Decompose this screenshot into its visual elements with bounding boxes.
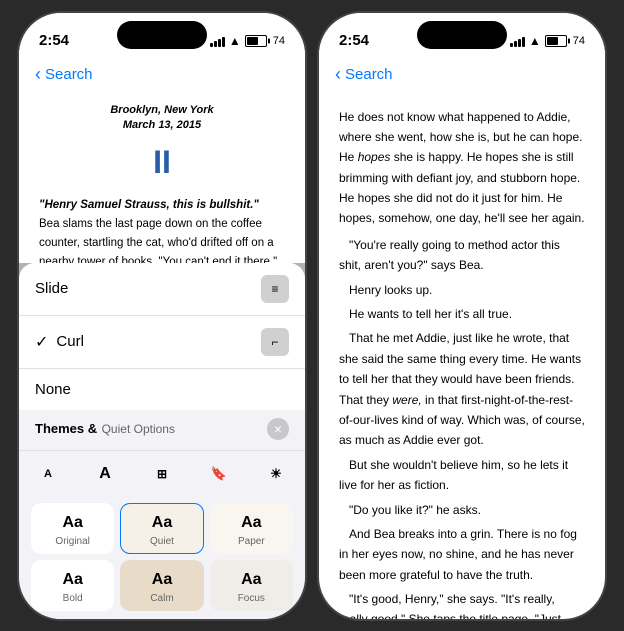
- theme-preview-paper: Aa: [241, 514, 261, 532]
- time-left: 2:54: [39, 32, 69, 49]
- status-bar-left: 2:54 ▲ 74: [19, 13, 305, 57]
- theme-preview-focus: Aa: [241, 571, 261, 589]
- small-font-button[interactable]: A: [31, 457, 65, 491]
- theme-name-calm: Calm: [150, 593, 173, 604]
- battery-label-left: 74: [273, 35, 285, 47]
- themes-title: Themes & Quiet Options: [35, 420, 175, 438]
- book-chapter: II: [39, 137, 285, 188]
- signal-icon: [210, 35, 225, 47]
- back-label-right: Search: [345, 66, 393, 83]
- large-font-button[interactable]: A: [88, 457, 122, 491]
- wifi-icon: ▲: [229, 34, 241, 48]
- brightness-button[interactable]: ☀: [259, 457, 293, 491]
- font-selector-button[interactable]: ⊞: [145, 457, 179, 491]
- theme-card-quiet[interactable]: Aa Quiet: [120, 503, 203, 554]
- theme-preview-calm: Aa: [152, 571, 172, 589]
- back-arrow-left: ‹: [35, 64, 41, 85]
- time-right: 2:54: [339, 32, 369, 49]
- status-bar-right: 2:54 ▲ 74: [319, 13, 605, 57]
- left-phone: 2:54 ▲ 74 ‹ Search: [17, 11, 307, 621]
- overlay-panel: Slide ≡ ✓ Curl ⌐ None Themes &: [19, 263, 305, 619]
- notch-left: [117, 21, 207, 49]
- status-icons-left: ▲ 74: [210, 34, 285, 48]
- wifi-icon-right: ▲: [529, 34, 541, 48]
- curl-label: Curl: [56, 333, 261, 350]
- slide-label: Slide: [35, 280, 261, 297]
- notch-right: [417, 21, 507, 49]
- status-icons-right: ▲ 74: [510, 34, 585, 48]
- back-arrow-right: ‹: [335, 64, 341, 85]
- back-button-right[interactable]: ‹ Search: [335, 64, 393, 85]
- slide-menu-item-none[interactable]: None: [19, 369, 305, 410]
- curl-icon: ⌐: [261, 328, 289, 356]
- book-location: Brooklyn, New York March 13, 2015: [39, 103, 285, 134]
- theme-card-paper[interactable]: Aa Paper: [210, 503, 293, 554]
- theme-name-focus: Focus: [238, 593, 265, 604]
- battery-label-right: 74: [573, 35, 585, 47]
- right-phone: 2:54 ▲ 74 ‹ Search: [317, 11, 607, 621]
- reader-toolbar: A A ⊞ 🔖 ☀: [19, 450, 305, 497]
- theme-grid: Aa Original Aa Quiet Aa Paper Aa Bold: [19, 497, 305, 619]
- back-button-left[interactable]: ‹ Search: [35, 64, 93, 85]
- nav-bar-left: ‹ Search: [19, 57, 305, 93]
- nav-bar-right: ‹ Search: [319, 57, 605, 93]
- themes-header: Themes & Quiet Options ×: [35, 418, 289, 440]
- slide-menu-item-curl[interactable]: ✓ Curl ⌐: [19, 316, 305, 369]
- theme-name-bold: Bold: [63, 593, 83, 604]
- none-label: None: [35, 381, 289, 398]
- theme-card-calm[interactable]: Aa Calm: [120, 560, 203, 611]
- theme-card-bold[interactable]: Aa Bold: [31, 560, 114, 611]
- themes-section: Themes & Quiet Options ×: [19, 410, 305, 450]
- theme-preview-bold: Aa: [62, 571, 82, 589]
- theme-name-original: Original: [55, 536, 89, 547]
- battery-icon-right: [545, 35, 567, 47]
- slide-menu-item-slide[interactable]: Slide ≡: [19, 263, 305, 316]
- signal-icon-right: [510, 35, 525, 47]
- theme-card-original[interactable]: Aa Original: [31, 503, 114, 554]
- back-label-left: Search: [45, 66, 93, 83]
- theme-name-paper: Paper: [238, 536, 265, 547]
- check-icon: ✓: [35, 332, 48, 352]
- book-header: Brooklyn, New York March 13, 2015 II: [39, 103, 285, 189]
- theme-card-focus[interactable]: Aa Focus: [210, 560, 293, 611]
- themes-close-button[interactable]: ×: [267, 418, 289, 440]
- theme-preview-original: Aa: [62, 514, 82, 532]
- phones-container: 2:54 ▲ 74 ‹ Search: [0, 0, 624, 631]
- slide-menu: Slide ≡ ✓ Curl ⌐ None Themes &: [19, 263, 305, 619]
- theme-name-quiet: Quiet: [150, 536, 174, 547]
- book-content-right: He does not know what happened to Addie,…: [319, 93, 605, 619]
- theme-preview-quiet: Aa: [152, 514, 172, 532]
- battery-icon: [245, 35, 267, 47]
- bookmark-button[interactable]: 🔖: [202, 457, 236, 491]
- slide-icon: ≡: [261, 275, 289, 303]
